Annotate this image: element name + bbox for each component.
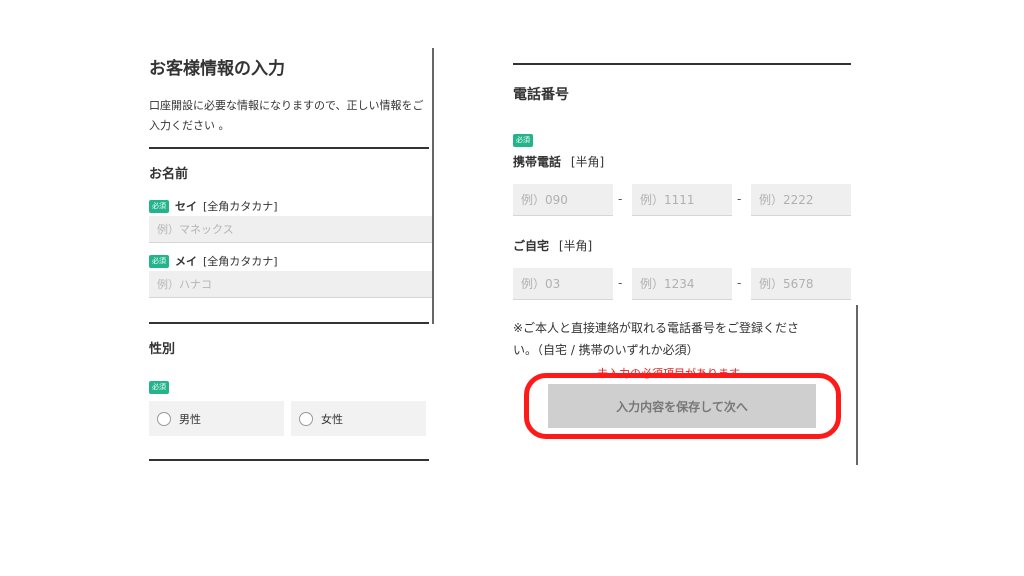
mei-placeholder: 例）ハナコ	[157, 278, 212, 291]
home-hint: [半角]	[558, 239, 593, 253]
gender-option-female[interactable]: 女性	[291, 401, 426, 436]
sei-input[interactable]: 例）マネックス	[149, 216, 432, 243]
divider	[513, 63, 851, 65]
gender-section-title: 性別	[149, 342, 176, 357]
mei-hint: [全角カタカナ]	[203, 255, 278, 268]
sei-hint: [全角カタカナ]	[203, 200, 278, 213]
divider	[149, 322, 429, 324]
mobile-input-1[interactable]: 例）090	[513, 184, 613, 216]
gender-female-label: 女性	[321, 412, 343, 426]
mobile-label-row: 携帯電話 [半角]	[513, 153, 604, 170]
home-input-3[interactable]: 例）5678	[751, 268, 851, 300]
home-placeholder-2: 例）1234	[640, 277, 695, 291]
description-line: 入力ください 。	[149, 119, 230, 132]
phone-required-row: 必須	[513, 127, 533, 147]
save-and-next-button[interactable]: 入力内容を保存して次へ	[548, 384, 816, 428]
mei-label-row: 必須 メイ [全角カタカナ]	[149, 253, 278, 269]
radio-circle-icon	[299, 411, 313, 426]
mobile-input-2[interactable]: 例）1111	[632, 184, 732, 216]
gender-male-label: 男性	[179, 412, 201, 426]
left-scrollbar[interactable]	[432, 48, 434, 324]
home-label-row: ご自宅 [半角]	[513, 237, 592, 254]
sei-label-row: 必須 セイ [全角カタカナ]	[149, 198, 278, 214]
dash-separator: -	[737, 276, 742, 290]
required-badge: 必須	[149, 381, 169, 394]
page-description: 口座開設に必要な情報になりますので、正しい情報をご 入力ください 。	[149, 96, 434, 136]
right-scrollbar[interactable]	[856, 305, 858, 465]
mobile-placeholder-1: 例）090	[521, 193, 568, 207]
required-badge: 必須	[513, 134, 533, 147]
gender-option-male[interactable]: 男性	[149, 401, 284, 436]
sei-label: セイ	[175, 200, 197, 213]
required-badge: 必須	[149, 254, 169, 268]
mobile-label: 携帯電話	[513, 155, 562, 169]
sei-placeholder: 例）マネックス	[157, 223, 234, 236]
gender-required-row: 必須	[149, 374, 169, 394]
divider	[149, 459, 429, 461]
description-line: 口座開設に必要な情報になりますので、正しい情報をご	[149, 99, 424, 112]
mobile-hint: [半角]	[570, 155, 605, 169]
dash-separator: -	[618, 192, 623, 206]
home-placeholder-3: 例）5678	[759, 277, 814, 291]
mobile-placeholder-2: 例）1111	[640, 193, 695, 207]
home-input-2[interactable]: 例）1234	[632, 268, 732, 300]
home-placeholder-1: 例）03	[521, 277, 561, 291]
note-line: い。（自宅 / 携帯のいずれか必須）	[513, 343, 699, 357]
phone-section-title: 電話番号	[513, 87, 569, 103]
home-input-1[interactable]: 例）03	[513, 268, 613, 300]
radio-circle-icon	[157, 411, 171, 426]
page-title: お客様情報の入力	[149, 59, 285, 79]
mobile-input-3[interactable]: 例）2222	[751, 184, 851, 216]
mobile-placeholder-3: 例）2222	[759, 193, 814, 207]
mei-input[interactable]: 例）ハナコ	[149, 271, 432, 298]
dash-separator: -	[618, 276, 623, 290]
divider	[149, 147, 429, 149]
mei-label: メイ	[175, 255, 197, 268]
phone-note: ※ご本人と直接連絡が取れる電話番号をご登録くださ い。（自宅 / 携帯のいずれか…	[513, 317, 853, 361]
note-line: ※ご本人と直接連絡が取れる電話番号をご登録くださ	[513, 321, 800, 335]
required-badge: 必須	[149, 199, 169, 213]
dash-separator: -	[737, 192, 742, 206]
home-label: ご自宅	[513, 239, 550, 253]
name-section-title: お名前	[149, 167, 189, 182]
